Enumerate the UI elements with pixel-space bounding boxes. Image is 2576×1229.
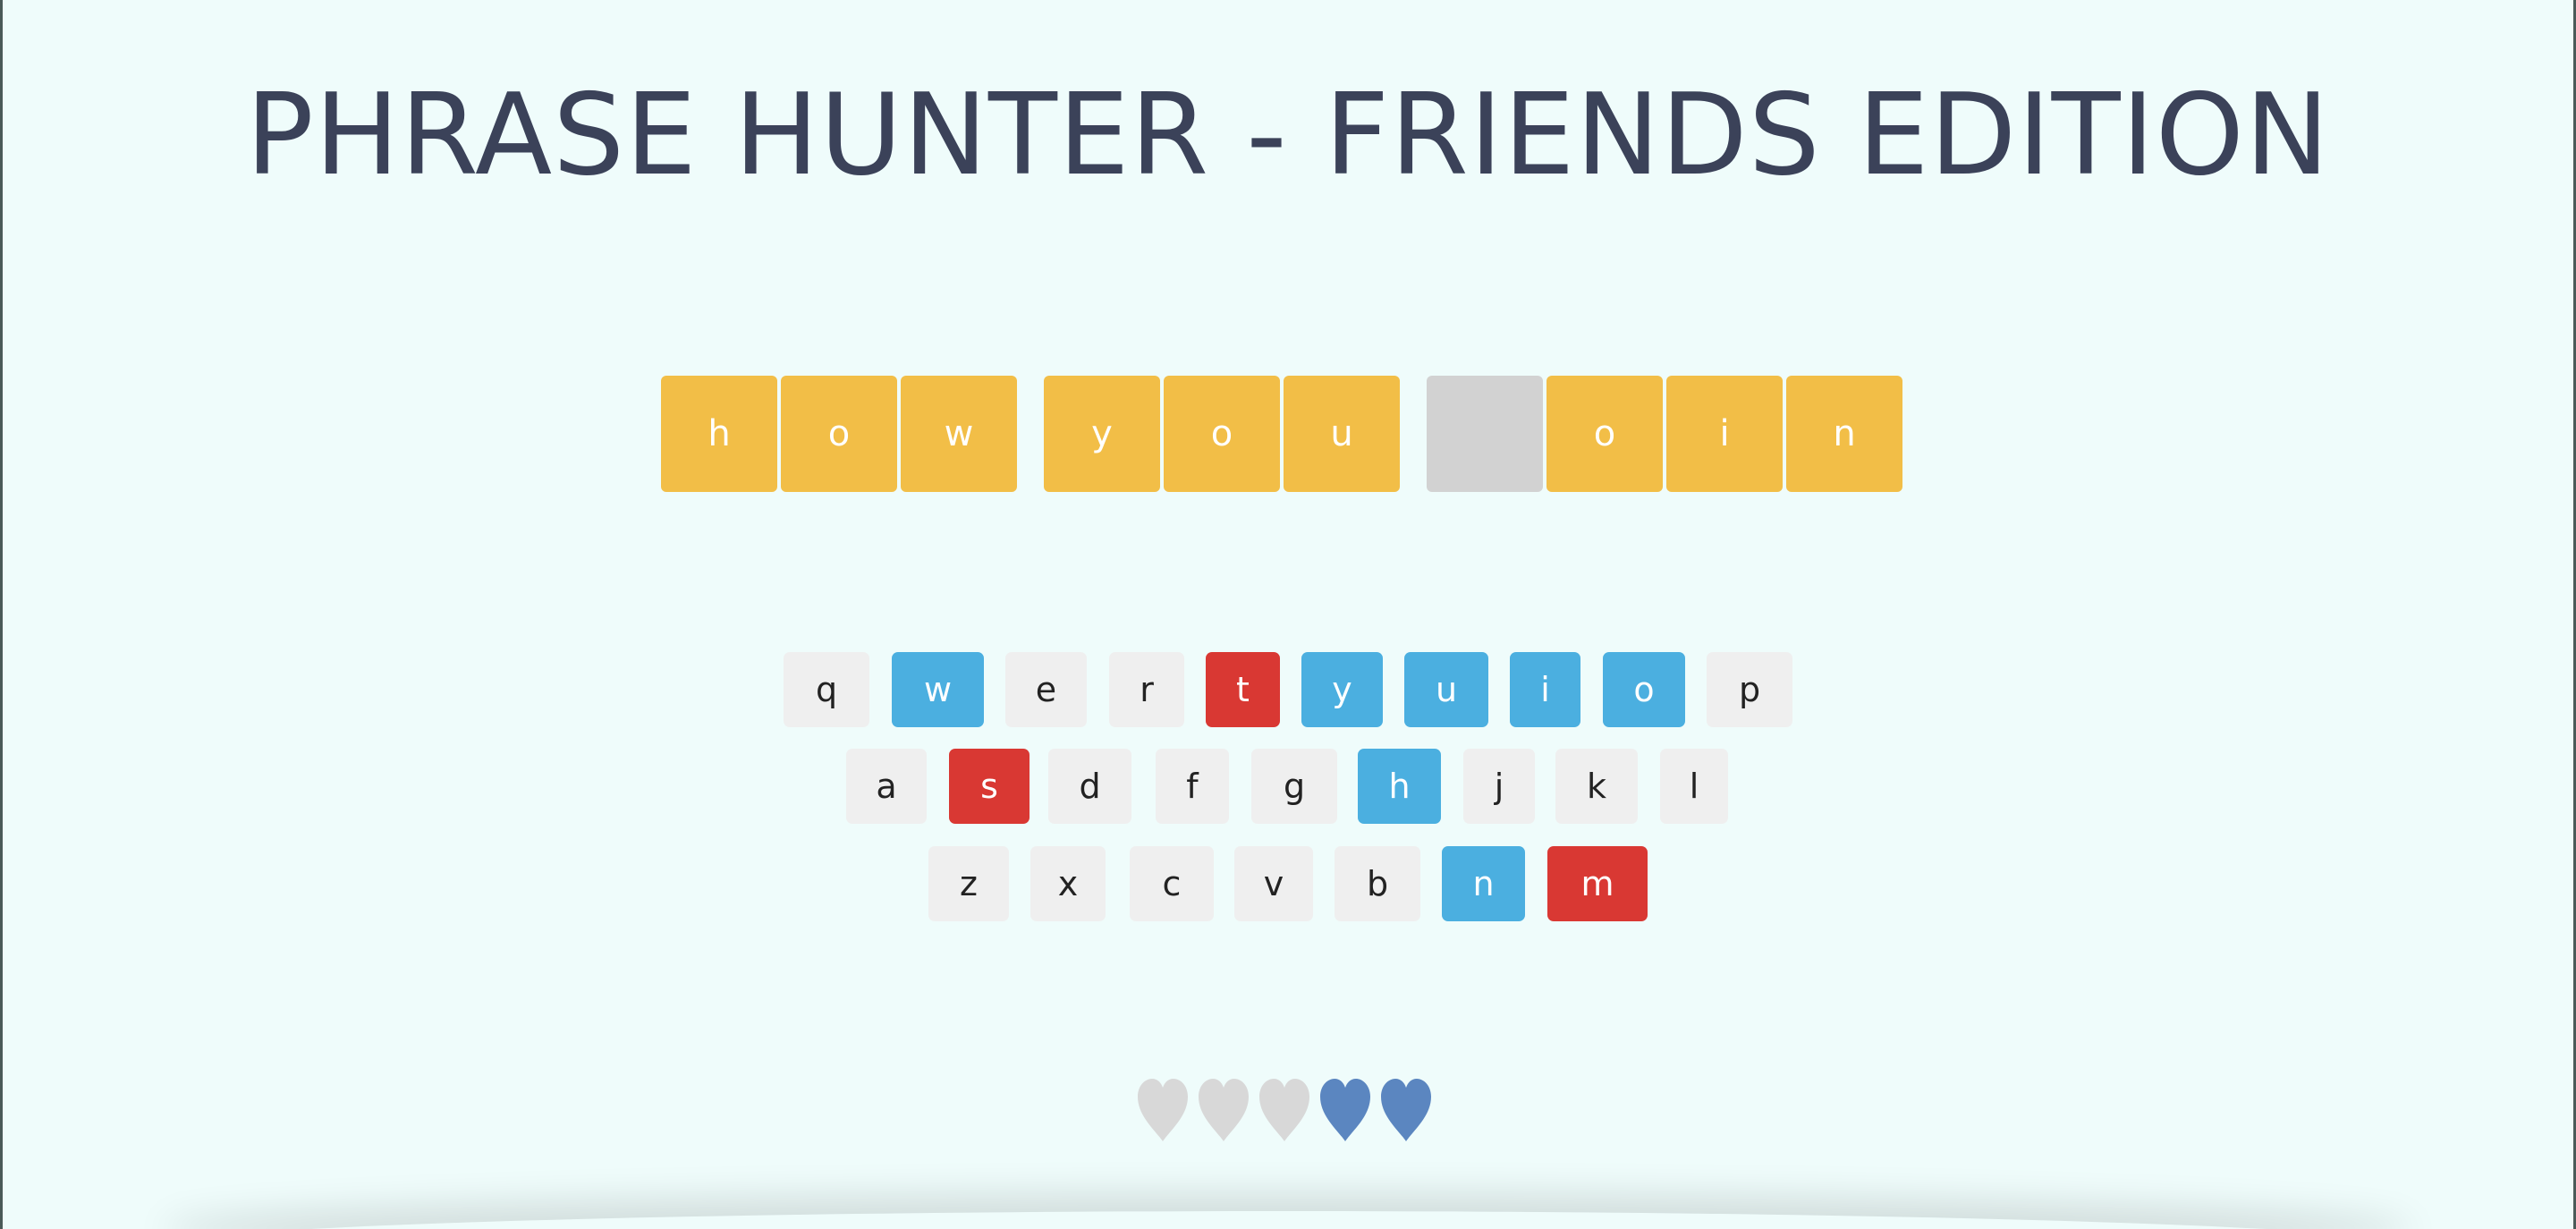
key-d[interactable]: d [1048,749,1131,824]
bottom-shadow [161,1211,2415,1229]
key-u[interactable]: u [1404,652,1488,727]
lives-hearts [1136,1077,1433,1143]
keyboard-row-3: zxcvbnm [0,846,2576,921]
key-f[interactable]: f [1156,749,1229,824]
phrase-letter: o [781,376,897,492]
heart-lost-icon [1197,1077,1250,1143]
key-y[interactable]: y [1301,652,1383,727]
key-l[interactable]: l [1660,749,1728,824]
key-i[interactable]: i [1510,652,1580,727]
key-r[interactable]: r [1109,652,1184,727]
phrase-board: howyouoin [661,376,1902,492]
heart-lost-icon [1136,1077,1190,1143]
key-g[interactable]: g [1251,749,1337,824]
key-m[interactable]: m [1547,846,1648,921]
phrase-letter: i [1666,376,1783,492]
phrase-letter-hidden [1427,376,1543,492]
key-h[interactable]: h [1358,749,1441,824]
phrase-letter: n [1786,376,1902,492]
key-b[interactable]: b [1335,846,1420,921]
key-t[interactable]: t [1206,652,1280,727]
key-z[interactable]: z [928,846,1009,921]
phrase-letter: o [1546,376,1663,492]
phrase-word: how [661,376,1017,492]
heart-live-icon [1318,1077,1372,1143]
keyboard-row-1: qwertyuiop [0,652,2576,727]
phrase-letter: w [901,376,1017,492]
key-k[interactable]: k [1555,749,1638,824]
phrase-letter: h [661,376,777,492]
key-a[interactable]: a [846,749,927,824]
key-v[interactable]: v [1234,846,1313,921]
heart-lost-icon [1258,1077,1311,1143]
key-c[interactable]: c [1130,846,1214,921]
keyboard-row-2: asdfghjkl [0,749,2576,824]
key-p[interactable]: p [1707,652,1792,727]
phrase-letter: u [1284,376,1400,492]
key-w[interactable]: w [892,652,984,727]
key-n[interactable]: n [1442,846,1525,921]
phrase-word: oin [1427,376,1902,492]
key-o[interactable]: o [1603,652,1685,727]
key-e[interactable]: e [1005,652,1087,727]
key-s[interactable]: s [949,749,1030,824]
heart-live-icon [1379,1077,1433,1143]
page-title: PHRASE HUNTER - FRIENDS EDITION [245,69,2331,200]
phrase-word: you [1044,376,1400,492]
key-q[interactable]: q [784,652,869,727]
phrase-letter: o [1164,376,1280,492]
phrase-letter: y [1044,376,1160,492]
key-x[interactable]: x [1030,846,1106,921]
key-j[interactable]: j [1463,749,1535,824]
